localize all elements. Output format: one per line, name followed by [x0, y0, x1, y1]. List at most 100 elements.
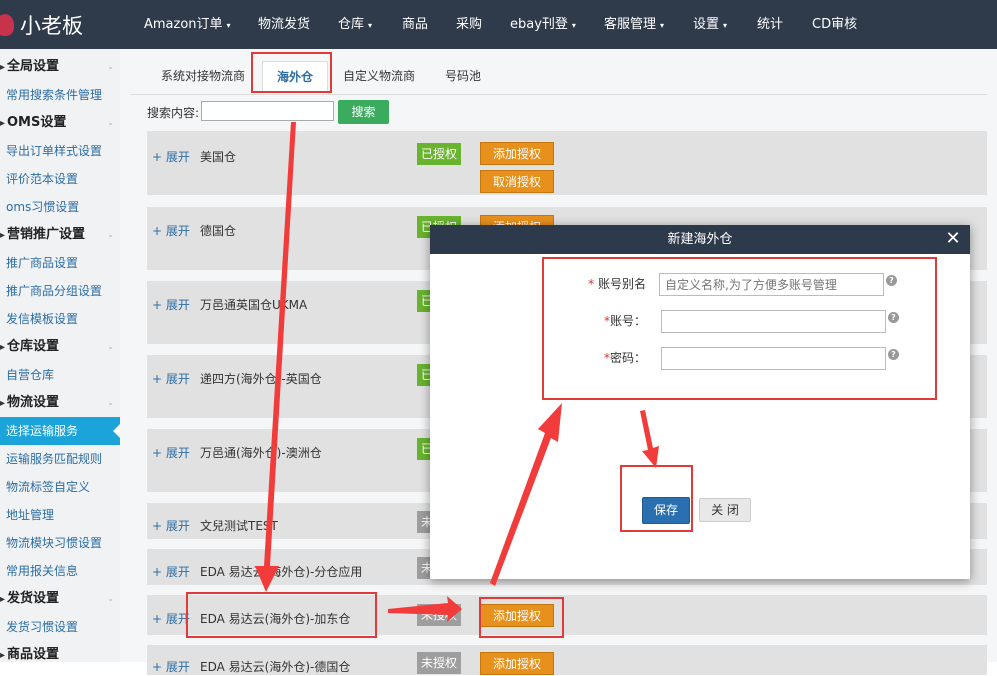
warehouse-row: + 展开 EDA 易达云(海外仓)-德国仓 未授权 添加授权 [147, 645, 987, 675]
warehouse-name: 美国仓 [200, 150, 237, 164]
tab-overseas-warehouse[interactable]: 海外仓 [262, 61, 329, 91]
sidebar-item-own-warehouse[interactable]: 自营仓库 [0, 361, 120, 389]
expand-link[interactable]: + 展开 [152, 222, 190, 239]
expand-link[interactable]: + 展开 [152, 610, 190, 627]
sidebar-item-mail-template[interactable]: 发信模板设置 [0, 305, 120, 333]
sidebar-item-search-conditions[interactable]: 常用搜索条件管理 [0, 81, 120, 109]
search-button[interactable]: 搜索 [338, 100, 389, 124]
warehouse-name: 万邑通英国仓UKMA [200, 298, 308, 312]
nav-amazon-orders[interactable]: Amazon订单 ▾ [144, 0, 231, 49]
warehouse-name: EDA 易达云(海外仓)-分仓应用 [200, 565, 363, 579]
expand-link[interactable]: + 展开 [152, 563, 190, 580]
warehouse-row: + 展开 EDA 易达云(海外仓)-加东仓 未授权 添加授权 [147, 595, 987, 635]
nav-products[interactable]: 商品 [402, 0, 428, 49]
help-icon[interactable]: ? [886, 275, 897, 286]
expand-link[interactable]: + 展开 [152, 658, 190, 675]
account-input[interactable] [661, 310, 886, 333]
sidebar-section-warehouse[interactable]: ▸ 仓库设置 ⌄ [0, 333, 120, 361]
caret-right-icon: ▸ [0, 118, 6, 129]
close-button[interactable]: 关 闭 [699, 498, 751, 522]
search-input[interactable] [201, 101, 334, 121]
warehouse-name: EDA 易达云(海外仓)-德国仓 [200, 660, 351, 674]
sidebar-item-oms-habits[interactable]: oms习惯设置 [0, 193, 120, 221]
sidebar-section-logistics[interactable]: ▸ 物流设置 ⌄ [0, 389, 120, 417]
caret-right-icon: ▸ [0, 398, 6, 409]
expand-link[interactable]: + 展开 [152, 517, 190, 534]
search-label: 搜索内容: [147, 106, 200, 120]
nav-ebay-listing[interactable]: ebay刊登 ▾ [510, 0, 576, 49]
tab-custom-carriers[interactable]: 自定义物流商 [343, 61, 415, 91]
nav-statistics[interactable]: 统计 [757, 0, 783, 49]
warehouse-name: 万邑通(海外仓)-澳洲仓 [200, 446, 322, 460]
caret-down-icon: ▾ [368, 21, 373, 30]
sidebar-item-shipping-rules[interactable]: 运输服务匹配规则 [0, 445, 120, 473]
sidebar-item-select-shipping-service[interactable]: 选择运输服务 [0, 417, 120, 445]
warehouse-name: 递四方(海外仓)-英国仓 [200, 372, 322, 386]
nav-cd-review[interactable]: CD审核 [812, 0, 857, 49]
nav-logistics[interactable]: 物流发货 [258, 0, 310, 49]
top-navbar: 小老板 Amazon订单 ▾ 物流发货 仓库 ▾ 商品 采购 ebay刊登 ▾ 客服管… [0, 0, 997, 49]
chevron-icon: ⌄ [107, 594, 114, 603]
caret-down-icon: ▾ [660, 21, 665, 30]
chevron-icon: ⌄ [107, 62, 114, 71]
sidebar-item-logistics-habits[interactable]: 物流模块习惯设置 [0, 529, 120, 557]
nav-purchase[interactable]: 采购 [456, 0, 482, 49]
caret-right-icon: ▸ [0, 62, 6, 73]
chevron-icon: ⌄ [107, 398, 114, 407]
sidebar-item-review-template[interactable]: 评价范本设置 [0, 165, 120, 193]
caret-right-icon: ▸ [0, 594, 6, 605]
chevron-icon: ⌄ [107, 342, 114, 351]
sidebar-section-shipping[interactable]: ▸ 发货设置 ⌄ [0, 585, 120, 613]
caret-down-icon: ▾ [723, 21, 728, 30]
app-title: 小老板 [20, 13, 83, 38]
chevron-icon: ⌄ [107, 230, 114, 239]
sidebar-item-customs-info[interactable]: 常用报关信息 [0, 557, 120, 585]
nav-customer-service[interactable]: 客服管理 ▾ [604, 0, 664, 49]
sidebar-section-oms[interactable]: ▸ OMS设置 ⌄ [0, 109, 120, 137]
expand-link[interactable]: + 展开 [152, 370, 190, 387]
add-auth-button[interactable]: 添加授权 [480, 604, 554, 627]
help-icon[interactable]: ? [888, 349, 899, 360]
warehouse-name: 文兒测试TEST [200, 519, 278, 533]
warehouse-name: EDA 易达云(海外仓)-加东仓 [200, 612, 351, 626]
dialog-title: 新建海外仓 [667, 232, 733, 247]
expand-link[interactable]: + 展开 [152, 444, 190, 461]
expand-link[interactable]: + 展开 [152, 296, 190, 313]
password-input[interactable] [661, 347, 886, 370]
sidebar-section-products[interactable]: ▸ 商品设置 [0, 641, 120, 662]
help-icon[interactable]: ? [888, 312, 899, 323]
password-label: *密码： [603, 351, 646, 365]
add-auth-button[interactable]: 添加授权 [480, 652, 554, 675]
sidebar-item-address[interactable]: 地址管理 [0, 501, 120, 529]
caret-down-icon: ▾ [571, 21, 576, 30]
nav-warehouse[interactable]: 仓库 ▾ [338, 0, 372, 49]
dialog-header: 新建海外仓 ✕ [430, 225, 970, 254]
new-overseas-warehouse-dialog: 新建海外仓 ✕ * 账号别名 ? *账号： ? *密码： ? 保存 关 闭 [430, 225, 970, 579]
caret-right-icon: ▸ [0, 230, 6, 241]
add-auth-button[interactable]: 添加授权 [480, 142, 554, 165]
status-badge: 已授权 [417, 143, 461, 165]
sidebar-item-promo-products[interactable]: 推广商品设置 [0, 249, 120, 277]
logo-icon [0, 13, 14, 36]
app-logo[interactable]: 小老板 [0, 0, 83, 49]
status-badge: 未授权 [417, 652, 461, 674]
close-icon[interactable]: ✕ [941, 227, 965, 251]
alias-input[interactable] [659, 273, 884, 296]
chevron-icon: ⌄ [107, 118, 114, 127]
sidebar-item-label-custom[interactable]: 物流标签自定义 [0, 473, 120, 501]
account-label: *账号： [603, 314, 646, 328]
sidebar-section-global[interactable]: ▸ 全局设置 ⌄ [0, 53, 120, 81]
save-button[interactable]: 保存 [642, 497, 690, 524]
nav-settings[interactable]: 设置 ▾ [693, 0, 727, 49]
cancel-auth-button[interactable]: 取消授权 [480, 170, 554, 193]
expand-link[interactable]: + 展开 [152, 148, 190, 165]
tab-system-carriers[interactable]: 系统对接物流商 [161, 61, 245, 91]
sidebar-item-shipping-habits[interactable]: 发货习惯设置 [0, 613, 120, 641]
sidebar-item-promo-groups[interactable]: 推广商品分组设置 [0, 277, 120, 305]
sidebar-section-marketing[interactable]: ▸ 营销推广设置 ⌄ [0, 221, 120, 249]
tab-number-pool[interactable]: 号码池 [445, 61, 481, 91]
caret-down-icon: ▾ [226, 21, 231, 30]
sidebar-item-export-order-style[interactable]: 导出订单样式设置 [0, 137, 120, 165]
warehouse-row: + 展开 美国仓 已授权 添加授权 取消授权 [147, 131, 987, 195]
warehouse-name: 德国仓 [200, 224, 237, 238]
